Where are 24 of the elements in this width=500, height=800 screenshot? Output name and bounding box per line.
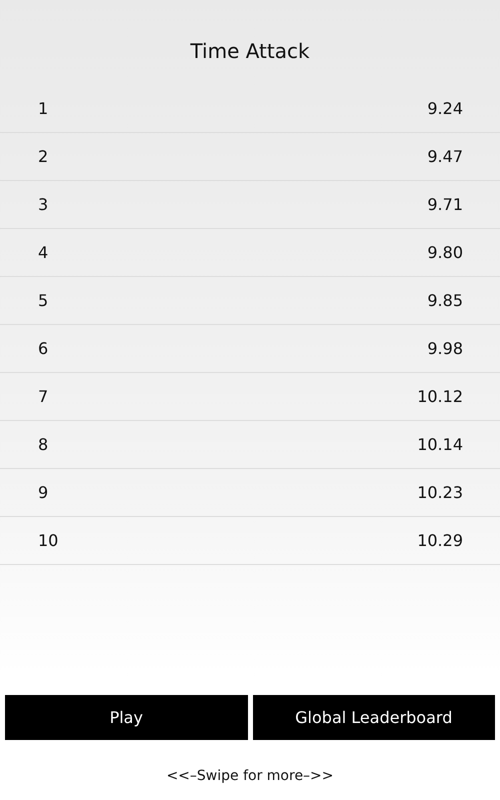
rank-number: 5: [38, 291, 48, 310]
time-value: 10.14: [417, 435, 463, 454]
screen-title: Time Attack: [189, 38, 311, 65]
swipe-hint: <<–Swipe for more–>>: [166, 768, 334, 784]
time-value: 9.47: [427, 147, 463, 166]
rank-number: 6: [38, 339, 48, 358]
time-value: 10.29: [417, 531, 463, 550]
rank-number: 4: [38, 243, 48, 262]
leaderboard-button[interactable]: Global Leaderboard: [252, 695, 495, 740]
rank-number: 3: [38, 195, 48, 214]
rank-number: 1: [38, 99, 48, 118]
time-value: 9.24: [427, 99, 463, 118]
time-value: 10.12: [417, 387, 463, 406]
time-value: 9.80: [427, 243, 463, 262]
time-value: 9.71: [427, 195, 463, 214]
time-value: 9.85: [427, 291, 463, 310]
rank-number: 2: [38, 147, 48, 166]
time-value: 9.98: [427, 339, 463, 358]
rank-number: 9: [38, 483, 48, 502]
rank-number: 7: [38, 387, 48, 406]
time-value: 10.23: [417, 483, 463, 502]
rank-number: 8: [38, 435, 48, 454]
rank-number: 10: [38, 531, 58, 550]
play-button[interactable]: Play: [5, 695, 248, 740]
